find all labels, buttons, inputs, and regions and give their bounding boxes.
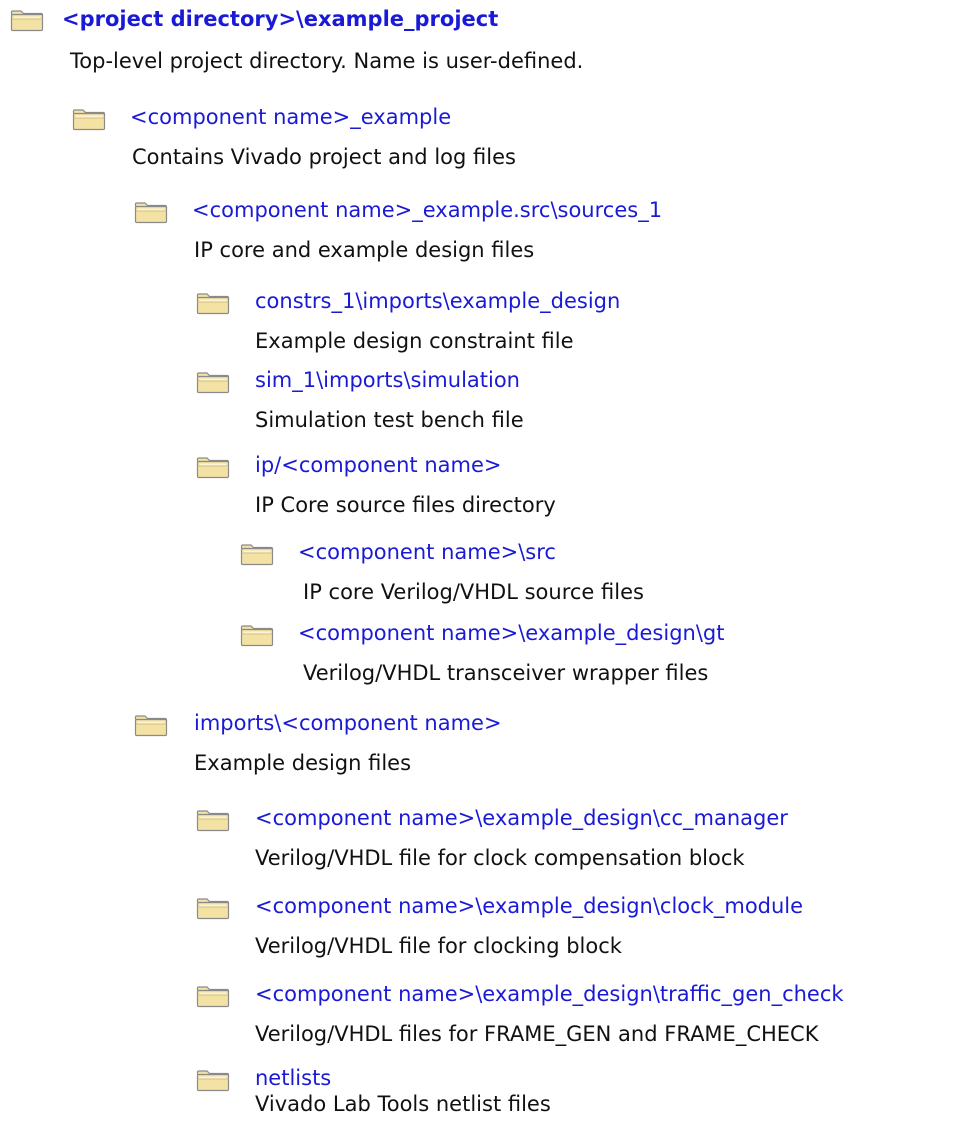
node-description: IP core and example design files (194, 238, 535, 262)
node-description: Verilog/VHDL file for clock compensation… (255, 846, 745, 870)
node-description: Verilog/VHDL transceiver wrapper files (303, 661, 709, 685)
node-description: Top-level project directory. Name is use… (70, 49, 584, 73)
node-name[interactable]: <component name>\example_design\clock_mo… (255, 892, 803, 920)
node-name[interactable]: <component name>_example.src\sources_1 (192, 196, 662, 224)
directory-tree: <project directory>\example_project Top-… (0, 0, 965, 1129)
node-name[interactable]: <component name>\example_design\gt (298, 619, 725, 647)
node-name[interactable]: ip/<component name> (255, 451, 501, 479)
node-name[interactable]: sim_1\imports\simulation (255, 366, 520, 394)
folder-icon (196, 457, 230, 479)
node-description: Vivado Lab Tools netlist files (255, 1092, 551, 1116)
node-description: Simulation test bench file (255, 408, 524, 432)
node-name[interactable]: netlists (255, 1064, 331, 1092)
folder-icon (134, 715, 168, 737)
node-name[interactable]: <component name>\example_design\cc_manag… (255, 804, 788, 832)
folder-icon (10, 10, 44, 32)
node-name[interactable]: constrs_1\imports\example_design (255, 287, 620, 315)
node-description: IP core Verilog/VHDL source files (303, 580, 644, 604)
node-description: Contains Vivado project and log files (132, 145, 516, 169)
folder-icon (240, 625, 274, 647)
node-name[interactable]: <component name>\src (298, 538, 556, 566)
folder-icon (196, 293, 230, 315)
node-description: IP Core source files directory (255, 493, 556, 517)
node-description: Verilog/VHDL file for clocking block (255, 934, 622, 958)
node-name[interactable]: imports\<component name> (194, 709, 502, 737)
node-description: Example design files (194, 751, 412, 775)
node-description: Verilog/VHDL files for FRAME_GEN and FRA… (255, 1022, 819, 1046)
folder-icon (196, 372, 230, 394)
folder-icon (196, 986, 230, 1008)
folder-icon (196, 810, 230, 832)
node-description: Example design constraint file (255, 329, 574, 353)
node-name[interactable]: <component name>_example (130, 103, 451, 131)
node-name[interactable]: <component name>\example_design\traffic_… (255, 980, 844, 1008)
folder-icon (240, 544, 274, 566)
folder-icon (196, 1070, 230, 1092)
folder-icon (196, 898, 230, 920)
folder-icon (72, 109, 106, 131)
folder-icon (134, 202, 168, 224)
node-name[interactable]: <project directory>\example_project (62, 5, 498, 33)
